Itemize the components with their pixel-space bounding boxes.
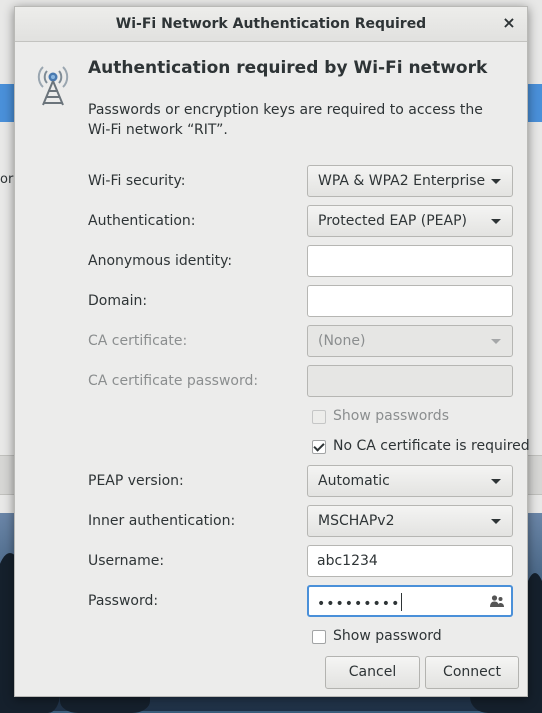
chevron-down-icon [491,479,501,484]
password-label: Password: [88,593,159,609]
authentication-label: Authentication: [88,213,196,229]
password-value: ••••••••• [317,596,401,612]
wifi-tower-icon [31,57,75,107]
dialog-titlebar: Wi-Fi Network Authentication Required × [15,7,527,42]
dialog-title: Wi-Fi Network Authentication Required [115,16,427,32]
peap-version-label: PEAP version: [88,473,184,489]
ca-certificate-combo: (None) [307,325,513,357]
peap-version-value: Automatic [318,473,390,489]
user-password-icon[interactable] [489,593,505,609]
anonymous-identity-input[interactable] [307,245,513,277]
chevron-down-icon [491,339,501,344]
username-value: abc1234 [317,553,378,569]
chevron-down-icon [491,179,501,184]
no-ca-required-label[interactable]: No CA certificate is required [333,438,530,454]
chevron-down-icon [491,219,501,224]
text-caret [401,593,403,611]
domain-label: Domain: [88,293,148,309]
show-passwords-checkbox [312,410,326,424]
ca-certificate-password-input [307,365,513,397]
dialog-description: Passwords or encryption keys are require… [88,102,483,138]
anonymous-identity-label: Anonymous identity: [88,253,233,269]
authentication-value: Protected EAP (PEAP) [318,213,467,229]
inner-authentication-combo[interactable]: MSCHAPv2 [307,505,513,537]
ca-certificate-value: (None) [318,333,366,349]
background-selection [0,84,14,122]
authentication-combo[interactable]: Protected EAP (PEAP) [307,205,513,237]
show-passwords-label: Show passwords [333,408,449,424]
show-password-label[interactable]: Show password [333,628,442,644]
background-selection-right [528,84,542,122]
show-password-checkbox[interactable] [312,630,326,644]
no-ca-required-checkbox[interactable] [312,440,326,454]
connect-button[interactable]: Connect [425,656,519,689]
wifi-security-value: WPA & WPA2 Enterprise [318,173,486,189]
cancel-button[interactable]: Cancel [325,656,420,689]
domain-input[interactable] [307,285,513,317]
wifi-security-combo[interactable]: WPA & WPA2 Enterprise [307,165,513,197]
password-input[interactable]: ••••••••• [307,585,513,617]
username-input[interactable]: abc1234 [307,545,513,577]
ca-certificate-password-label: CA certificate password: [88,373,259,389]
inner-authentication-value: MSCHAPv2 [318,513,395,529]
dialog-heading: Authentication required by Wi-Fi network [88,58,488,78]
wifi-auth-dialog: Wi-Fi Network Authentication Required × … [14,6,530,697]
inner-authentication-label: Inner authentication: [88,513,236,529]
close-button[interactable]: × [499,13,519,33]
username-label: Username: [88,553,165,569]
wifi-security-label: Wi-Fi security: [88,173,186,189]
peap-version-combo[interactable]: Automatic [307,465,513,497]
ca-certificate-label: CA certificate: [88,333,188,349]
chevron-down-icon [491,519,501,524]
